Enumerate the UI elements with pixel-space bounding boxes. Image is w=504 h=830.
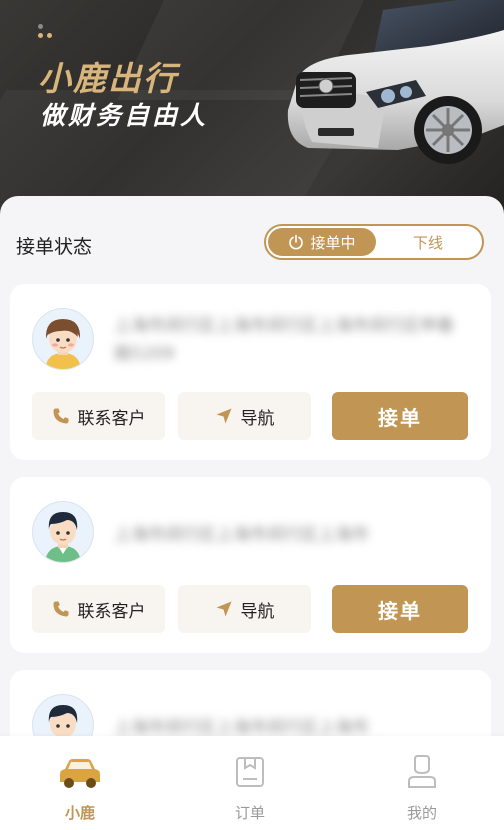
tab-profile-label: 我的	[406, 804, 437, 822]
tab-orders[interactable]: 订单	[200, 752, 300, 822]
car-icon	[60, 759, 100, 788]
contact-customer-label: 联系客户	[77, 408, 146, 429]
power-icon	[289, 234, 304, 250]
navigate-button[interactable]: 导航	[178, 392, 311, 440]
order-card: 上海市闵行区上海市闵行区上海市闵行区申春路5209 联系客户 导航 接单	[10, 284, 491, 460]
order-card: 上海市闵行区上海市闵行区上海市 联系客户 导航 接单	[10, 477, 491, 653]
toggle-online-label: 接单中	[310, 233, 356, 252]
contact-customer-button[interactable]: 联系客户	[32, 392, 165, 440]
navigation-arrow-icon	[216, 601, 231, 617]
navigate-label: 导航	[240, 601, 275, 622]
order-status-row: 接单状态 接单中 下线	[16, 224, 488, 264]
hero-banner: 小鹿出行 做财务自由人	[0, 0, 504, 215]
toggle-offline[interactable]: 下线	[376, 228, 480, 256]
contact-customer-button[interactable]: 联系客户	[32, 585, 165, 633]
contact-customer-label: 联系客户	[77, 601, 146, 622]
tab-home[interactable]: 小鹿	[30, 752, 130, 822]
accept-order-button[interactable]: 接单	[332, 392, 468, 440]
customer-avatar	[32, 308, 94, 370]
status-title: 接单状态	[16, 236, 93, 258]
tab-home-label: 小鹿	[64, 804, 95, 822]
status-toggle[interactable]: 接单中 下线	[264, 224, 484, 260]
order-address: 上海市闵行区上海市闵行区上海市闵行区申春路5209	[114, 316, 454, 364]
navigate-button[interactable]: 导航	[178, 585, 311, 633]
profile-icon	[408, 755, 436, 788]
phone-icon	[53, 601, 68, 617]
brand-slogan: 做财务自由人	[40, 101, 209, 130]
toggle-online[interactable]: 接单中	[268, 228, 376, 256]
brand-title: 小鹿出行	[38, 59, 178, 98]
order-address: 上海市闵行区上海市闵行区上海市	[114, 525, 369, 545]
car-illustration	[287, 0, 504, 164]
navigate-label: 导航	[240, 408, 275, 429]
accept-order-button[interactable]: 接单	[332, 585, 468, 633]
phone-icon	[53, 408, 68, 424]
order-icon	[236, 757, 264, 787]
customer-avatar	[32, 501, 94, 563]
toggle-offline-label: 下线	[412, 233, 443, 252]
bottom-tab-bar: 小鹿 订单 我的	[0, 736, 504, 830]
accept-order-label: 接单	[378, 405, 422, 430]
female-avatar-icon	[45, 319, 81, 369]
accept-order-label: 接单	[378, 598, 422, 623]
tab-orders-label: 订单	[234, 804, 265, 822]
navigation-arrow-icon	[216, 408, 231, 424]
tab-profile[interactable]: 我的	[372, 752, 472, 822]
male-avatar-icon	[45, 512, 81, 562]
